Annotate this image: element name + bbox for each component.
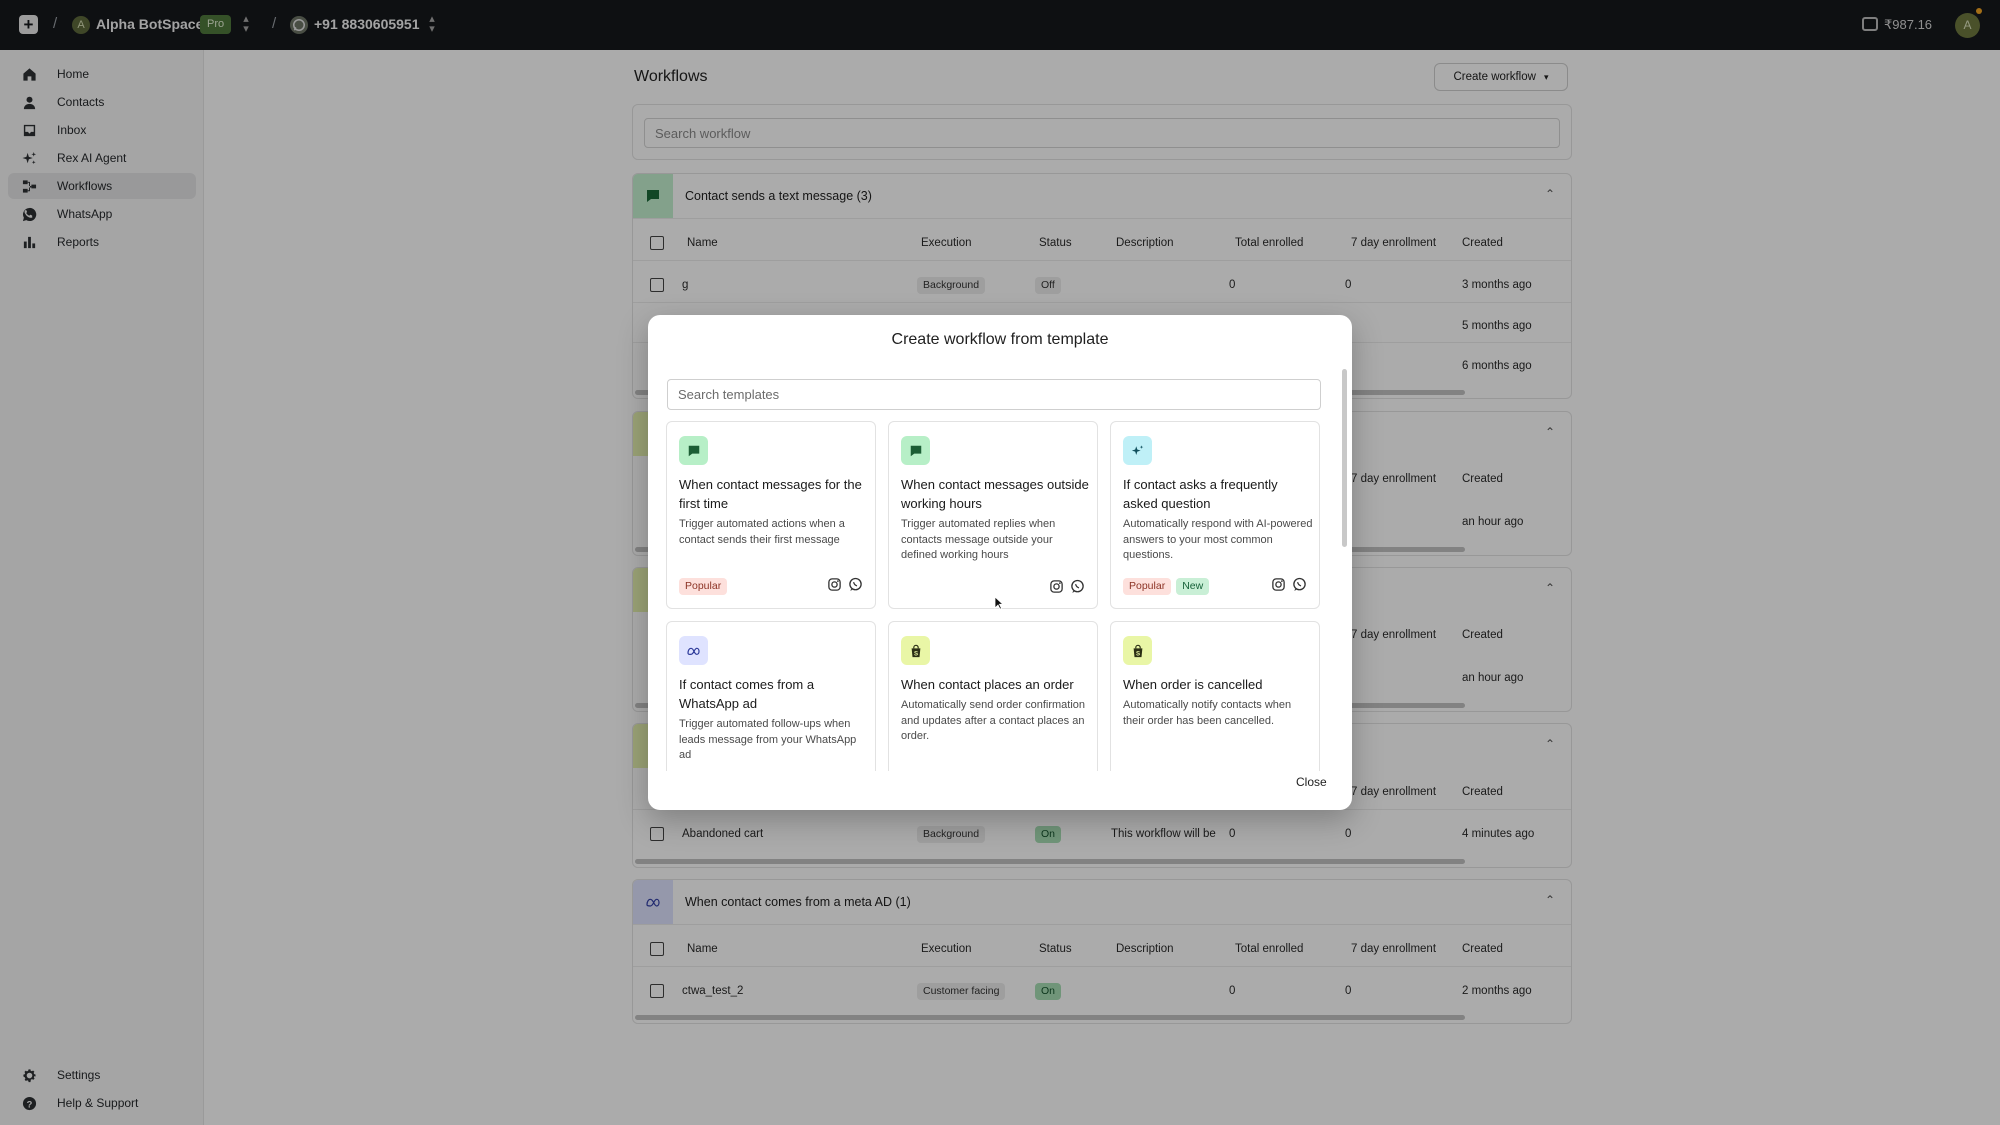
template-card[interactable]: S When order is cancelled Automatically … [1110,621,1320,771]
template-description: Trigger automated replies when contacts … [901,518,1056,561]
template-search-input[interactable] [667,379,1321,410]
popular-tag: Popular [1123,578,1172,595]
close-button[interactable]: Close [1296,775,1327,789]
template-title: If contact comes from a WhatsApp ad [679,677,815,711]
svg-text:S: S [913,650,917,657]
instagram-icon [1050,580,1063,593]
template-modal: Create workflow from template When conta… [648,315,1352,810]
template-description: Automatically respond with AI-powered an… [1123,518,1313,561]
whatsapp-icon [849,577,862,591]
mouse-cursor-icon [994,596,1004,610]
meta-icon [679,636,708,665]
instagram-icon [1272,578,1285,591]
svg-text:S: S [1135,650,1139,657]
template-card[interactable]: If contact asks a frequently asked quest… [1110,421,1320,609]
chat-icon [901,436,930,465]
template-title: When contact messages for the first time [679,477,862,511]
shopify-bag-icon: S [1123,636,1152,665]
template-description: Trigger automated actions when a contact… [679,518,845,546]
popular-tag: Popular [679,578,728,595]
template-description: Automatically notify contacts when their… [1123,699,1292,727]
template-title: When contact places an order [901,677,1074,692]
instagram-icon [828,578,841,591]
template-card[interactable]: When contact messages for the first time… [666,421,876,609]
shopify-bag-icon: S [901,636,930,665]
new-tag: New [1176,578,1210,595]
template-title: When order is cancelled [1123,677,1263,692]
modal-title: Create workflow from template [891,331,1109,348]
template-title: When contact messages outside working ho… [901,477,1089,511]
chat-icon [679,436,708,465]
template-description: Trigger automated follow-ups when leads … [679,718,857,761]
template-description: Automatically send order confirmation an… [901,699,1086,742]
modal-scrollbar[interactable] [1342,369,1347,547]
sparkle-icon [1123,436,1152,465]
template-title: If contact asks a frequently asked quest… [1123,477,1278,511]
template-card[interactable]: If contact comes from a WhatsApp ad Trig… [666,621,876,771]
whatsapp-icon [1293,577,1306,591]
template-card[interactable]: S When contact places an order Automatic… [888,621,1098,771]
whatsapp-icon [1071,579,1084,593]
template-card[interactable]: When contact messages outside working ho… [888,421,1098,609]
